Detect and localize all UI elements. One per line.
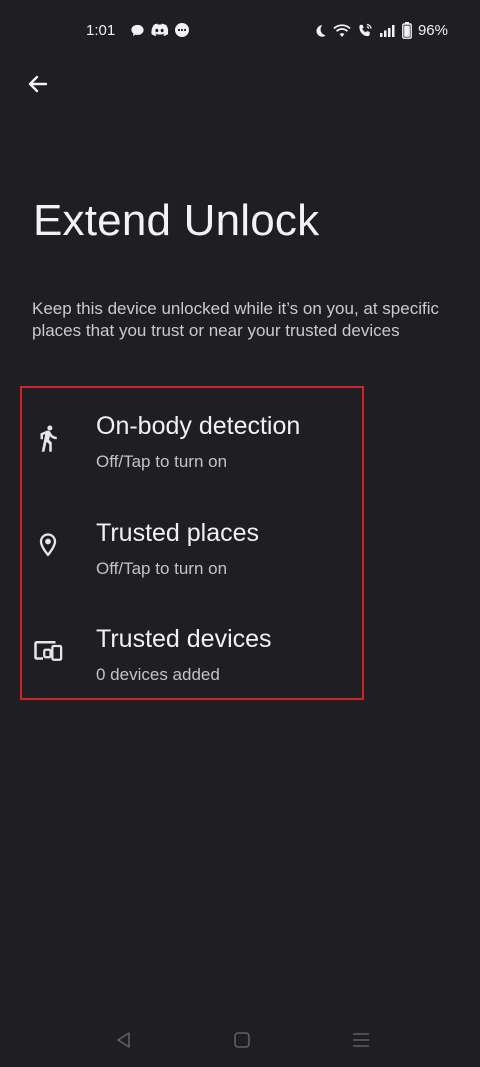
arrow-left-icon (26, 72, 50, 96)
recents-menu-icon (352, 1031, 370, 1049)
back-button[interactable] (18, 64, 58, 104)
item-subtitle: 0 devices added (96, 665, 220, 684)
page-title: Extend Unlock (33, 196, 320, 245)
location-pin-icon (32, 529, 64, 561)
nav-back-button[interactable] (110, 1026, 138, 1054)
nav-recents-button[interactable] (347, 1026, 375, 1054)
back-triangle-icon (115, 1031, 133, 1049)
setting-item-trusted-places[interactable]: Trusted places Off/Tap to turn on (22, 495, 362, 595)
status-right-icons: 96% (313, 22, 448, 39)
status-bar: 1:01 96% (0, 0, 480, 62)
navigation-bar (0, 1010, 480, 1067)
moon-icon (313, 24, 327, 38)
item-title: Trusted places (96, 519, 260, 547)
devices-icon (32, 635, 64, 667)
battery-percent: 96% (417, 22, 448, 39)
battery-icon (402, 22, 412, 39)
wifi-calling-icon (357, 23, 373, 38)
page-description: Keep this device unlocked while it’s on … (32, 299, 439, 340)
setting-item-on-body-detection[interactable]: On-body detection Off/Tap to turn on (22, 388, 362, 488)
setting-item-trusted-devices[interactable]: Trusted devices 0 devices added (22, 601, 362, 701)
item-title: On-body detection (96, 412, 301, 440)
messages-icon (174, 22, 190, 38)
chat-bubble-icon (130, 23, 145, 38)
status-time: 1:01 (86, 22, 116, 39)
signal-icon (379, 24, 396, 38)
item-subtitle: Off/Tap to turn on (96, 559, 228, 578)
wifi-icon (333, 23, 351, 38)
item-subtitle: Off/Tap to turn on (96, 452, 228, 471)
walking-person-icon (32, 422, 64, 454)
home-square-icon (233, 1031, 251, 1049)
nav-home-button[interactable] (228, 1026, 256, 1054)
item-title: Trusted devices (96, 625, 272, 653)
notification-icons (130, 22, 190, 38)
discord-icon (151, 23, 168, 37)
